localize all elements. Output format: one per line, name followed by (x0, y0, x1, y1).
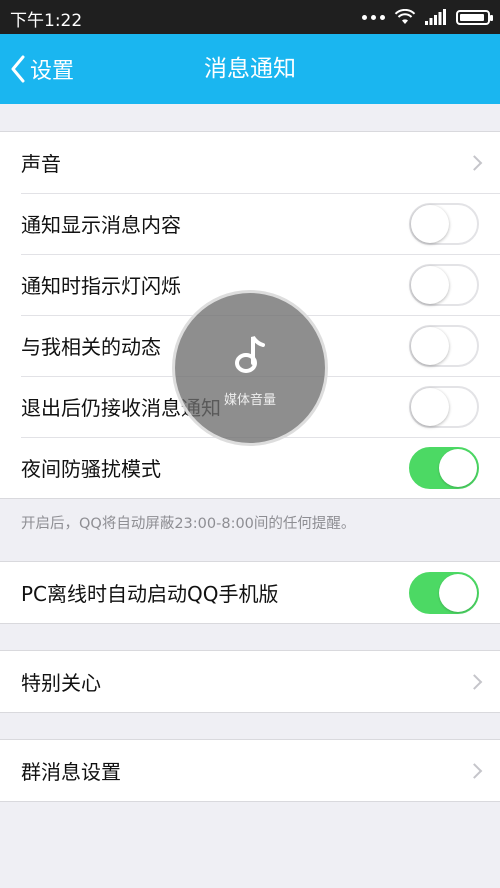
row-related-updates-label: 与我相关的动态 (21, 335, 161, 359)
row-pc-offline: PC离线时自动启动QQ手机版 (0, 562, 500, 623)
more-dots-icon (362, 14, 385, 20)
back-button[interactable]: 设置 (10, 34, 74, 104)
chevron-right-icon (466, 673, 483, 690)
related-updates-toggle[interactable] (409, 324, 479, 367)
row-sound[interactable]: 声音 (0, 132, 500, 193)
status-time: 下午1:22 (10, 11, 83, 31)
row-night-mode: 夜间防骚扰模式 (0, 437, 500, 498)
row-sound-label: 声音 (21, 152, 61, 176)
chevron-right-icon (466, 154, 483, 171)
signal-icon (425, 9, 446, 25)
indicator-light-toggle[interactable] (409, 263, 479, 306)
row-show-content-label: 通知显示消息内容 (21, 213, 181, 237)
back-label: 设置 (30, 59, 75, 84)
media-volume-overlay: 媒体音量 (172, 290, 328, 446)
row-pc-offline-label: PC离线时自动启动QQ手机版 (21, 582, 279, 606)
row-special-care[interactable]: 特别关心 (0, 651, 500, 712)
status-icons (362, 8, 493, 26)
row-night-mode-label: 夜间防骚扰模式 (21, 457, 161, 481)
pc-offline-toggle[interactable] (409, 571, 479, 614)
settings-group-pc: PC离线时自动启动QQ手机版 (0, 561, 500, 624)
music-note-icon (235, 336, 265, 373)
chevron-left-icon (11, 55, 25, 83)
page-title: 消息通知 (204, 56, 296, 82)
row-special-care-label: 特别关心 (21, 671, 101, 695)
chevron-right-icon (466, 762, 483, 779)
row-indicator-light-label: 通知时指示灯闪烁 (21, 274, 181, 298)
media-volume-label: 媒体音量 (223, 393, 276, 408)
battery-icon (456, 9, 493, 25)
show-content-toggle[interactable] (409, 202, 479, 245)
row-group-settings-label: 群消息设置 (21, 760, 121, 784)
wifi-icon (394, 9, 416, 24)
settings-group-group-msg: 群消息设置 (0, 739, 500, 802)
row-group-settings[interactable]: 群消息设置 (0, 740, 500, 801)
night-mode-toggle[interactable] (409, 446, 479, 489)
night-mode-hint: 开启后，QQ将自动屏蔽23:00-8:00间的任何提醒。 (21, 516, 356, 532)
receive-after-exit-toggle[interactable] (409, 385, 479, 428)
status-bar: 下午1:22 (0, 0, 500, 34)
navigation-bar: 设置 消息通知 (0, 34, 500, 104)
settings-group-special: 特别关心 (0, 650, 500, 713)
row-show-content: 通知显示消息内容 (0, 193, 500, 254)
